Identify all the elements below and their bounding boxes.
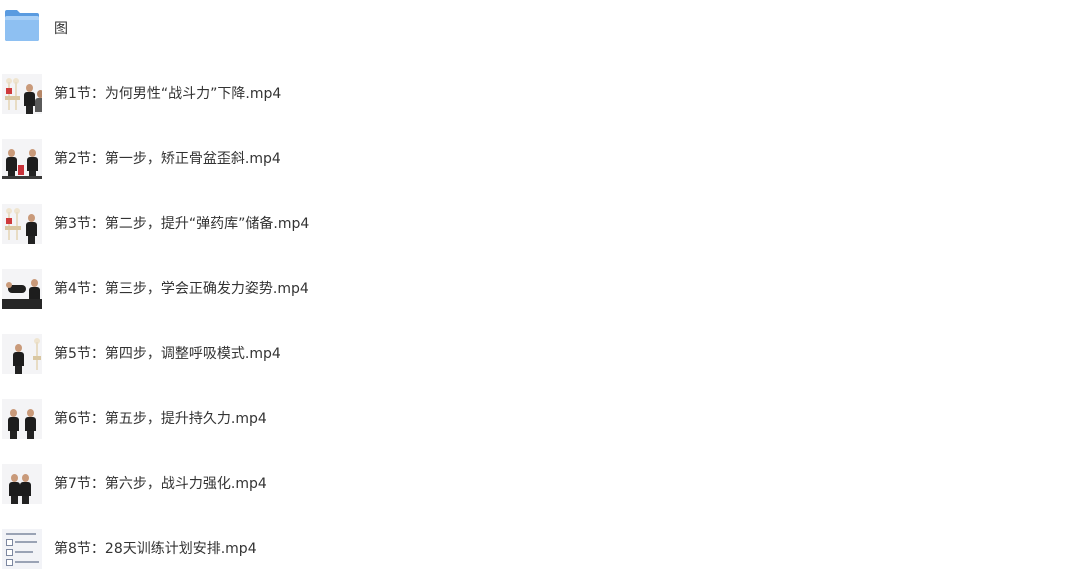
- file-list: 图 第1节：为何男性“战斗力”下降.mp4 第2节：第一步，矫正骨盆歪斜.mp4: [0, 0, 1078, 569]
- video-thumbnail-icon: [2, 528, 42, 569]
- file-name: 第1节：为何男性“战斗力”下降.mp4: [54, 85, 282, 102]
- folder-icon: [5, 10, 39, 41]
- video-thumbnail-icon: [2, 398, 42, 439]
- file-row[interactable]: 第5节：第四步，调整呼吸模式.mp4: [0, 321, 1078, 386]
- video-thumbnail-icon: [2, 73, 42, 114]
- file-name: 图: [54, 20, 68, 37]
- file-name: 第2节：第一步，矫正骨盆歪斜.mp4: [54, 150, 281, 167]
- video-thumbnail-icon: [2, 463, 42, 504]
- file-row[interactable]: 第8节：28天训练计划安排.mp4: [0, 516, 1078, 581]
- video-thumbnail-icon: [2, 138, 42, 179]
- file-row[interactable]: 第4节：第三步，学会正确发力姿势.mp4: [0, 256, 1078, 321]
- file-name: 第4节：第三步，学会正确发力姿势.mp4: [54, 280, 309, 297]
- file-row[interactable]: 第1节：为何男性“战斗力”下降.mp4: [0, 61, 1078, 126]
- video-thumbnail-icon: [2, 268, 42, 309]
- file-row[interactable]: 第6节：第五步，提升持久力.mp4: [0, 386, 1078, 451]
- file-name: 第3节：第二步，提升“弹药库”储备.mp4: [54, 215, 310, 232]
- file-row[interactable]: 第7节：第六步，战斗力强化.mp4: [0, 451, 1078, 516]
- file-name: 第5节：第四步，调整呼吸模式.mp4: [54, 345, 281, 362]
- video-thumbnail-icon: [2, 333, 42, 374]
- folder-row[interactable]: 图: [0, 0, 1078, 61]
- video-thumbnail-icon: [2, 203, 42, 244]
- file-row[interactable]: 第2节：第一步，矫正骨盆歪斜.mp4: [0, 126, 1078, 191]
- file-name: 第6节：第五步，提升持久力.mp4: [54, 410, 267, 427]
- file-row[interactable]: 第3节：第二步，提升“弹药库”储备.mp4: [0, 191, 1078, 256]
- file-name: 第7节：第六步，战斗力强化.mp4: [54, 475, 267, 492]
- file-name: 第8节：28天训练计划安排.mp4: [54, 540, 257, 557]
